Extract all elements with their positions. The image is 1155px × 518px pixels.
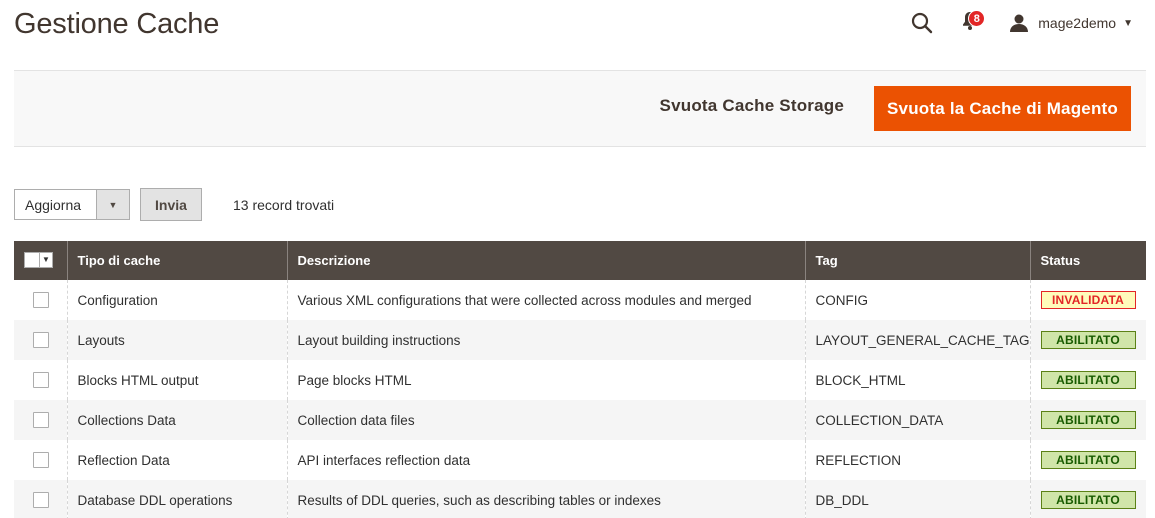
table-row[interactable]: Layouts Layout building instructions LAYOU… — [14, 320, 1146, 360]
chevron-down-icon: ▼ — [1123, 17, 1133, 29]
header-actions: 8 mage2demo ▼ — [908, 8, 1133, 38]
page-actions-bar: Svuota Cache Storage Svuota la Cache di … — [14, 70, 1146, 147]
table-row[interactable]: Blocks HTML output Page blocks HTML BLOCK_… — [14, 360, 1146, 400]
select-all-checkbox[interactable] — [25, 252, 39, 267]
cache-type-cell: Layouts — [66, 320, 287, 360]
search-icon[interactable] — [908, 9, 936, 37]
row-select-cell — [14, 440, 67, 480]
cache-tag-cell: DB_DDL — [804, 480, 1030, 518]
row-checkbox[interactable] — [33, 292, 49, 309]
status-badge: ABILITATO — [1040, 491, 1136, 509]
flush-cache-storage-button[interactable]: Svuota Cache Storage — [660, 96, 844, 116]
row-select-cell — [14, 400, 67, 440]
cache-type-cell: Collections Data — [66, 400, 287, 440]
cache-status-cell: ABILITATO — [1029, 400, 1146, 440]
status-badge: INVALIDATA — [1040, 291, 1136, 309]
row-checkbox[interactable] — [33, 492, 49, 509]
mass-action-toolbar: Aggiorna ▼ Invia 13 record trovati — [14, 188, 334, 221]
row-select-cell — [14, 320, 67, 360]
row-checkbox[interactable] — [33, 332, 49, 349]
row-select-cell — [14, 480, 67, 518]
cache-type-cell: Configuration — [66, 280, 287, 320]
table-row[interactable]: Collections Data Collection data files COL… — [14, 400, 1146, 440]
cache-description-cell: Various XML configurations that were col… — [286, 280, 805, 320]
cache-status-cell: ABILITATO — [1029, 320, 1146, 360]
cache-description-cell: Results of DDL queries, such as describi… — [286, 480, 805, 518]
row-select-cell — [14, 360, 67, 400]
column-header-type[interactable]: Tipo di cache — [66, 241, 287, 280]
table-row[interactable]: Reflection Data API interfaces reflection… — [14, 440, 1146, 480]
cache-grid: ▼ Tipo di cache Descrizione Tag Status C… — [14, 241, 1146, 518]
cache-tag-cell: BLOCK_HTML — [804, 360, 1030, 400]
cache-description-cell: Layout building instructions — [286, 320, 805, 360]
cache-type-cell: Database DDL operations — [66, 480, 287, 518]
user-menu[interactable]: mage2demo ▼ — [1008, 12, 1133, 34]
cache-status-cell: ABILITATO — [1029, 360, 1146, 400]
cache-status-cell: INVALIDATA — [1029, 280, 1146, 320]
cache-status-cell: ABILITATO — [1029, 440, 1146, 480]
column-header-tag[interactable]: Tag — [804, 241, 1030, 280]
submit-button[interactable]: Invia — [140, 188, 202, 221]
select-all-header: ▼ — [14, 241, 67, 280]
user-icon — [1008, 12, 1030, 34]
chevron-down-icon: ▼ — [96, 190, 129, 219]
cache-tag-cell: LAYOUT_GENERAL_CACHE_TAG — [804, 320, 1030, 360]
status-badge: ABILITATO — [1040, 451, 1136, 469]
table-row[interactable]: Database DDL operations Results of DDL qu… — [14, 480, 1146, 518]
cache-type-cell: Reflection Data — [66, 440, 287, 480]
user-name: mage2demo — [1038, 15, 1117, 31]
row-checkbox[interactable] — [33, 372, 49, 389]
column-header-status[interactable]: Status — [1029, 241, 1146, 280]
row-checkbox[interactable] — [33, 452, 49, 469]
mass-select-dropdown[interactable]: ▼ — [24, 251, 53, 268]
cache-tag-cell: COLLECTION_DATA — [804, 400, 1030, 440]
notification-count-badge: 8 — [968, 10, 986, 27]
page-title: Gestione Cache — [14, 8, 220, 40]
grid-header-row: ▼ Tipo di cache Descrizione Tag Status — [14, 241, 1146, 280]
chevron-down-icon[interactable]: ▼ — [39, 252, 52, 267]
notifications-button[interactable]: 8 — [956, 9, 986, 37]
status-badge: ABILITATO — [1040, 331, 1136, 349]
records-count: 13 record trovati — [233, 196, 335, 213]
flush-magento-cache-button[interactable]: Svuota la Cache di Magento — [874, 86, 1131, 131]
cache-description-cell: API interfaces reflection data — [286, 440, 805, 480]
status-badge: ABILITATO — [1040, 371, 1136, 389]
cache-description-cell: Collection data files — [286, 400, 805, 440]
column-header-description[interactable]: Descrizione — [286, 241, 805, 280]
cache-status-cell: ABILITATO — [1029, 480, 1146, 518]
mass-action-select[interactable]: Aggiorna ▼ — [14, 189, 130, 220]
cache-tag-cell: REFLECTION — [804, 440, 1030, 480]
status-badge: ABILITATO — [1040, 411, 1136, 429]
cache-type-cell: Blocks HTML output — [66, 360, 287, 400]
row-checkbox[interactable] — [33, 412, 49, 429]
cache-description-cell: Page blocks HTML — [286, 360, 805, 400]
cache-tag-cell: CONFIG — [804, 280, 1030, 320]
row-select-cell — [14, 280, 67, 320]
mass-action-selected: Aggiorna — [25, 197, 82, 213]
table-row[interactable]: Configuration Various XML configurations … — [14, 280, 1146, 320]
